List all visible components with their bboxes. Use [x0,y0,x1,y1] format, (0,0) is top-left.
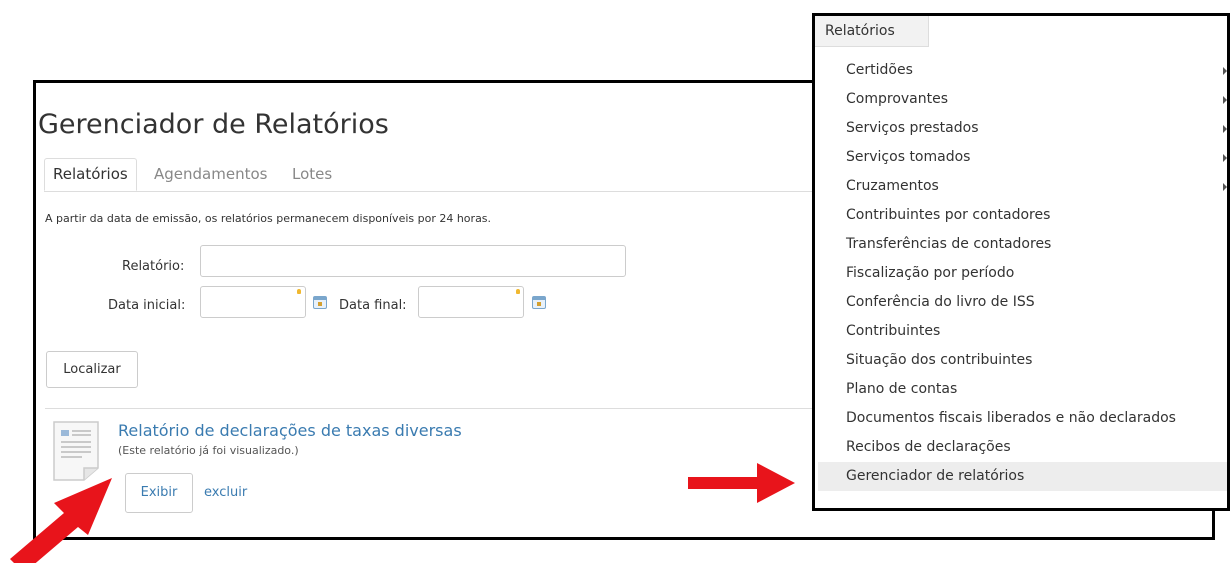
annotation-arrows [10,463,795,563]
annotation-arrow-icon [10,478,112,563]
annotation-arrow-icon [688,463,795,503]
